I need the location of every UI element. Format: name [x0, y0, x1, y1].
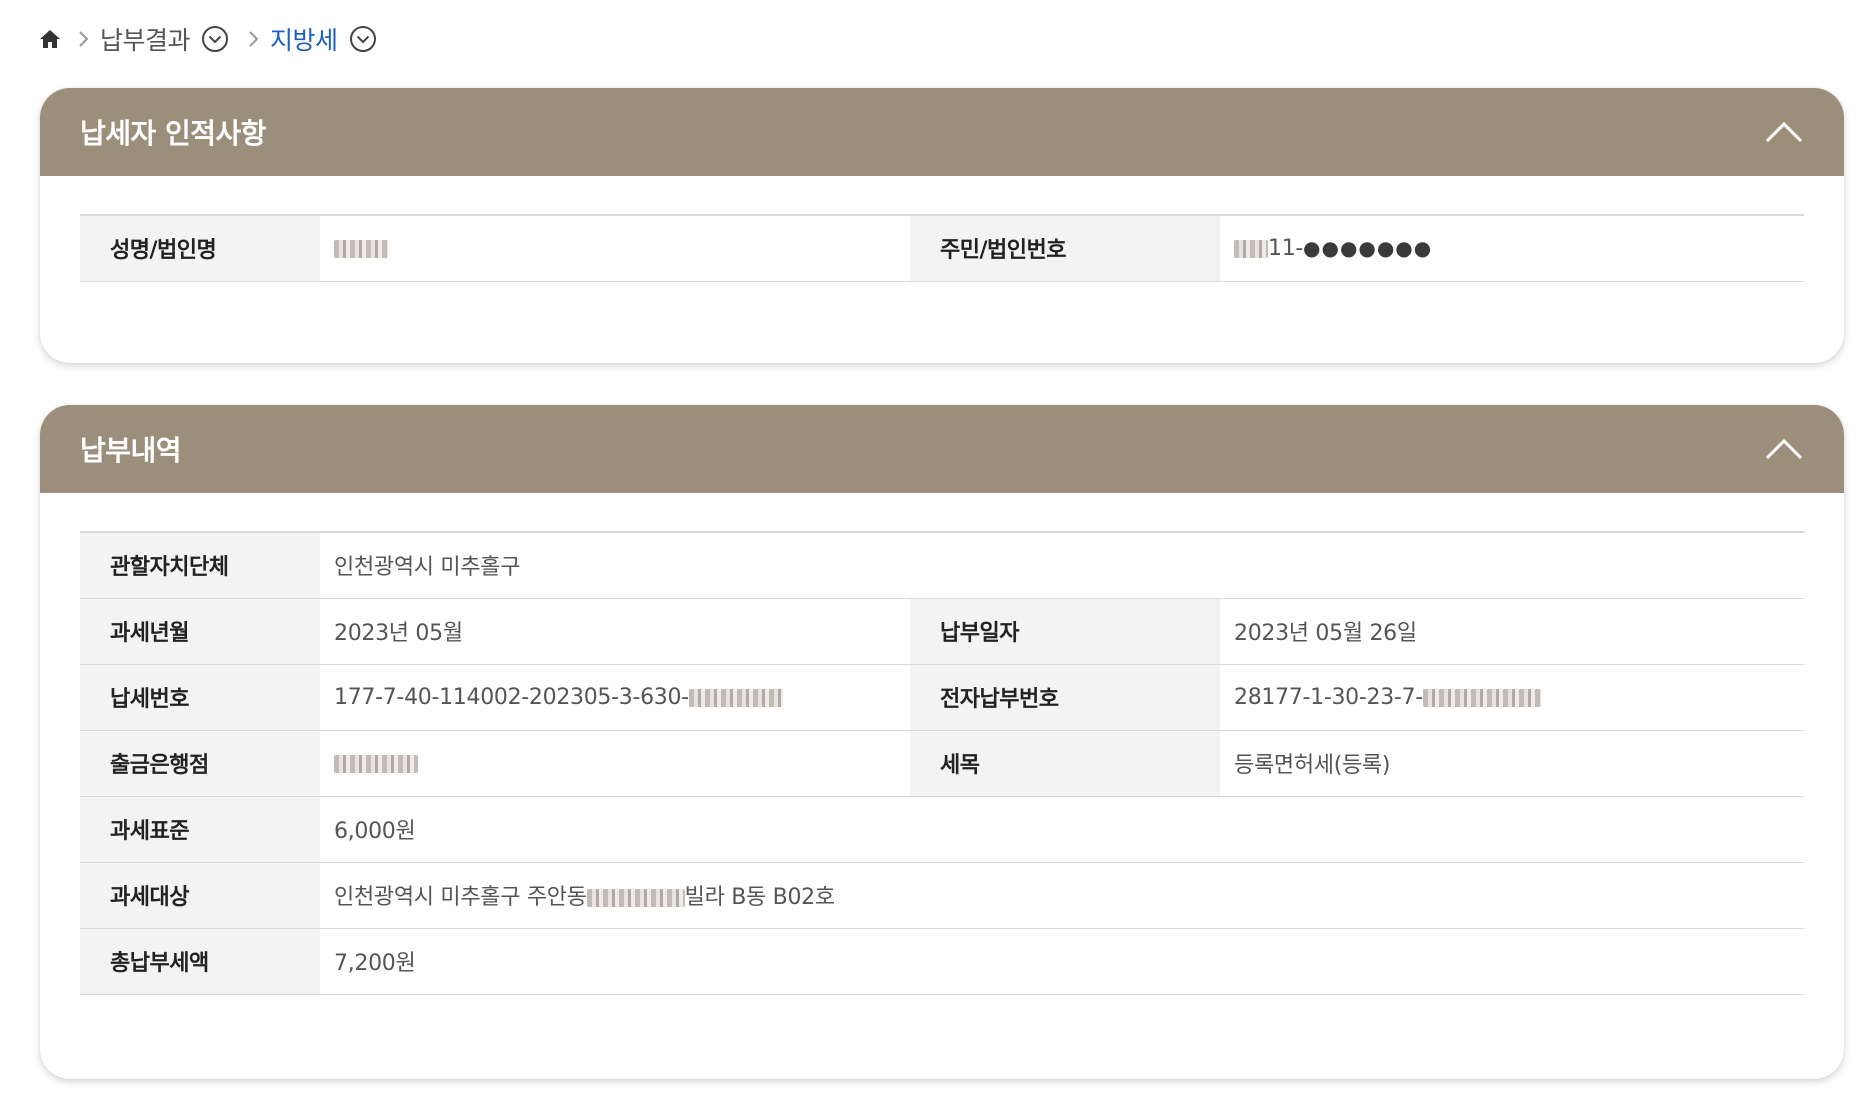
tax-base-value: 6,000원: [320, 796, 1804, 863]
table-row: 출금은행점 세목 등록면허세(등록): [80, 730, 1804, 797]
breadcrumb: 납부결과 지방세: [38, 22, 390, 56]
tax-year-month-label: 과세년월: [80, 598, 320, 665]
e-payment-number-value: 28177-1-30-23-7-: [1220, 664, 1804, 731]
chevron-right-icon: [246, 27, 262, 51]
total-amount-value: 7,200원: [320, 928, 1804, 995]
home-icon[interactable]: [38, 27, 62, 51]
tax-object-suffix: 빌라 B동 B02호: [684, 885, 835, 910]
total-amount-label: 총납부세액: [80, 928, 320, 995]
table-row: 납세번호 177-7-40-114002-202305-3-630- 전자납부번…: [80, 664, 1804, 731]
id-number-text: 11-: [1268, 235, 1304, 261]
id-number-masked: ●●●●●●●: [1303, 235, 1433, 260]
chevron-right-icon: [76, 27, 92, 51]
payment-date-label: 납부일자: [910, 598, 1220, 665]
chevron-up-icon[interactable]: [1764, 117, 1804, 147]
table-row: 과세대상 인천광역시 미추홀구 주안동 빌라 B동 B02호: [80, 862, 1804, 929]
circle-chevron-down-icon[interactable]: [348, 24, 378, 54]
id-number-label: 주민/법인번호: [910, 215, 1220, 282]
redacted-address: [586, 889, 685, 907]
tax-object-value: 인천광역시 미추홀구 주안동 빌라 B동 B02호: [320, 862, 1804, 929]
payment-details-panel: 납부내역 관할자치단체 인천광역시 미추홀구 과세년월 2023년 05월 납부…: [40, 405, 1844, 1079]
taxpayer-info-body: 성명/법인명 주민/법인번호 11-●●●●●●●: [40, 176, 1844, 282]
table-row: 성명/법인명 주민/법인번호 11-●●●●●●●: [80, 215, 1804, 282]
jurisdiction-value: 인천광역시 미추홀구: [320, 532, 1804, 599]
tax-year-month-value: 2023년 05월: [320, 598, 910, 665]
table-row: 총납부세액 7,200원: [80, 928, 1804, 995]
breadcrumb-item-payment-result[interactable]: 납부결과: [100, 21, 191, 57]
taxpayer-info-table: 성명/법인명 주민/법인번호 11-●●●●●●●: [80, 214, 1804, 282]
id-number-value: 11-●●●●●●●: [1220, 215, 1804, 282]
redacted-id-prefix: [1234, 239, 1268, 258]
payment-details-table: 관할자치단체 인천광역시 미추홀구 과세년월 2023년 05월 납부일자 20…: [80, 531, 1804, 995]
table-row: 과세년월 2023년 05월 납부일자 2023년 05월 26일: [80, 598, 1804, 665]
tax-number-value: 177-7-40-114002-202305-3-630-: [320, 664, 910, 731]
table-row: 과세표준 6,000원: [80, 796, 1804, 863]
tax-number-text: 177-7-40-114002-202305-3-630-: [334, 684, 689, 710]
redacted-tax-number: [688, 688, 783, 707]
panel-title: 납부내역: [80, 434, 182, 467]
e-payment-number-label: 전자납부번호: [910, 664, 1220, 731]
payment-details-body: 관할자치단체 인천광역시 미추홀구 과세년월 2023년 05월 납부일자 20…: [40, 493, 1844, 995]
e-payment-number-text: 28177-1-30-23-7-: [1234, 684, 1423, 710]
redacted-bank-branch: [334, 754, 418, 773]
panel-title: 납세자 인적사항: [80, 117, 267, 150]
tax-item-value: 등록면허세(등록): [1220, 730, 1804, 797]
redacted-name: [334, 239, 388, 258]
chevron-up-icon[interactable]: [1764, 434, 1804, 464]
payment-date-value: 2023년 05월 26일: [1220, 598, 1804, 665]
tax-item-label: 세목: [910, 730, 1220, 797]
taxpayer-info-header[interactable]: 납세자 인적사항: [40, 88, 1844, 176]
name-label: 성명/법인명: [80, 215, 320, 282]
bank-branch-value: [320, 730, 910, 797]
redacted-e-payment-number: [1422, 688, 1541, 707]
circle-chevron-down-icon[interactable]: [200, 24, 230, 54]
tax-number-label: 납세번호: [80, 664, 320, 731]
bank-branch-label: 출금은행점: [80, 730, 320, 797]
breadcrumb-item-local-tax[interactable]: 지방세: [270, 21, 338, 57]
jurisdiction-label: 관할자치단체: [80, 532, 320, 599]
tax-object-label: 과세대상: [80, 862, 320, 929]
tax-base-label: 과세표준: [80, 796, 320, 863]
tax-object-prefix: 인천광역시 미추홀구 주안동: [334, 885, 587, 910]
name-value: [320, 215, 910, 282]
table-row: 관할자치단체 인천광역시 미추홀구: [80, 532, 1804, 599]
payment-details-header[interactable]: 납부내역: [40, 405, 1844, 493]
taxpayer-info-panel: 납세자 인적사항 성명/법인명 주민/법인번호 11-●●●●●●●: [40, 88, 1844, 363]
